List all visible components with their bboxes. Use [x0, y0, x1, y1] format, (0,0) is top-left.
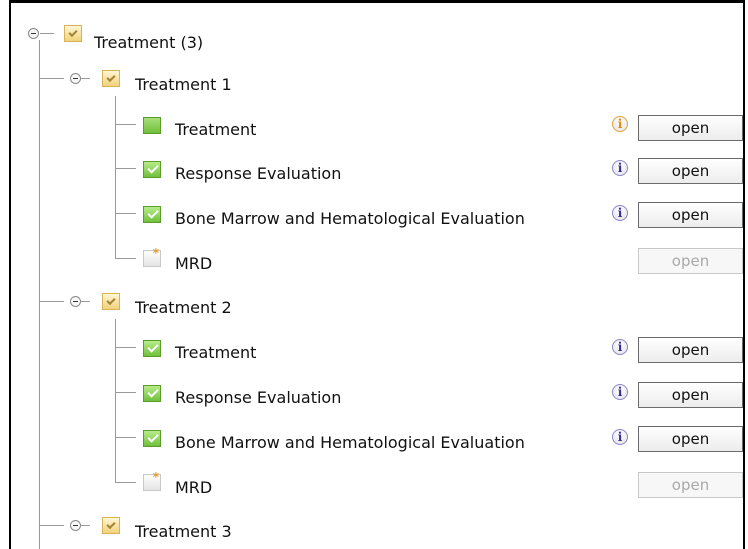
- folder-check-icon: [102, 517, 120, 534]
- tree-node-root[interactable]: Treatment (3): [94, 33, 203, 53]
- form-item-label[interactable]: Treatment: [175, 120, 256, 140]
- open-button[interactable]: open: [638, 382, 743, 408]
- tree-connector: [116, 392, 136, 393]
- info-icon[interactable]: i: [612, 384, 628, 400]
- tree-connector: [115, 96, 116, 259]
- form-item-label[interactable]: Bone Marrow and Hematological Evaluation: [175, 433, 525, 453]
- status-not-started-icon: [143, 470, 161, 491]
- folder-check-icon: [64, 25, 82, 42]
- tree-connector: [116, 482, 136, 483]
- tree-connector: [116, 213, 136, 214]
- form-item-label[interactable]: Response Evaluation: [175, 164, 341, 184]
- tree-connector: [116, 437, 136, 438]
- info-icon[interactable]: i: [612, 160, 628, 176]
- folder-check-icon: [102, 293, 120, 310]
- tree-connector: [40, 78, 64, 79]
- tree-connector: [40, 525, 64, 526]
- info-icon[interactable]: i: [612, 339, 628, 355]
- tree-node-treatment-1[interactable]: Treatment 1: [135, 75, 232, 95]
- open-button[interactable]: open: [638, 202, 743, 228]
- form-item-label[interactable]: Response Evaluation: [175, 388, 341, 408]
- tree-connector: [40, 33, 54, 34]
- tree-connector: [40, 301, 64, 302]
- form-item-label[interactable]: Treatment: [175, 343, 256, 363]
- tree-node-treatment-3[interactable]: Treatment 3: [135, 522, 232, 542]
- form-item-label[interactable]: MRD: [175, 478, 212, 498]
- tree-connector: [116, 347, 136, 348]
- collapse-toggle-root[interactable]: [28, 28, 39, 39]
- panel-top-border: [9, 0, 745, 3]
- info-icon[interactable]: i: [612, 116, 628, 132]
- status-complete-icon: [143, 385, 161, 402]
- tree-connector: [116, 168, 136, 169]
- form-item-label[interactable]: Bone Marrow and Hematological Evaluation: [175, 209, 525, 229]
- collapse-toggle-treatment-1[interactable]: [70, 73, 81, 84]
- open-button-disabled: open: [638, 472, 743, 498]
- collapse-toggle-treatment-3[interactable]: [70, 520, 81, 531]
- status-not-started-icon: [143, 246, 161, 267]
- open-button[interactable]: open: [638, 115, 743, 141]
- open-button-disabled: open: [638, 248, 743, 274]
- tree-connector: [115, 319, 116, 483]
- status-complete-icon: [143, 206, 161, 223]
- open-button[interactable]: open: [638, 337, 743, 363]
- status-complete-icon: [143, 161, 161, 178]
- tree-connector: [39, 40, 40, 549]
- folder-check-icon: [102, 70, 120, 87]
- status-in-progress-icon: [143, 117, 161, 134]
- info-icon[interactable]: i: [612, 429, 628, 445]
- status-complete-icon: [143, 340, 161, 357]
- tree-node-treatment-2[interactable]: Treatment 2: [135, 298, 232, 318]
- tree-connector: [116, 258, 136, 259]
- tree-connector: [116, 124, 136, 125]
- collapse-toggle-treatment-2[interactable]: [70, 296, 81, 307]
- status-complete-icon: [143, 430, 161, 447]
- open-button[interactable]: open: [638, 426, 743, 452]
- open-button[interactable]: open: [638, 158, 743, 184]
- info-icon[interactable]: i: [612, 205, 628, 221]
- form-item-label[interactable]: MRD: [175, 254, 212, 274]
